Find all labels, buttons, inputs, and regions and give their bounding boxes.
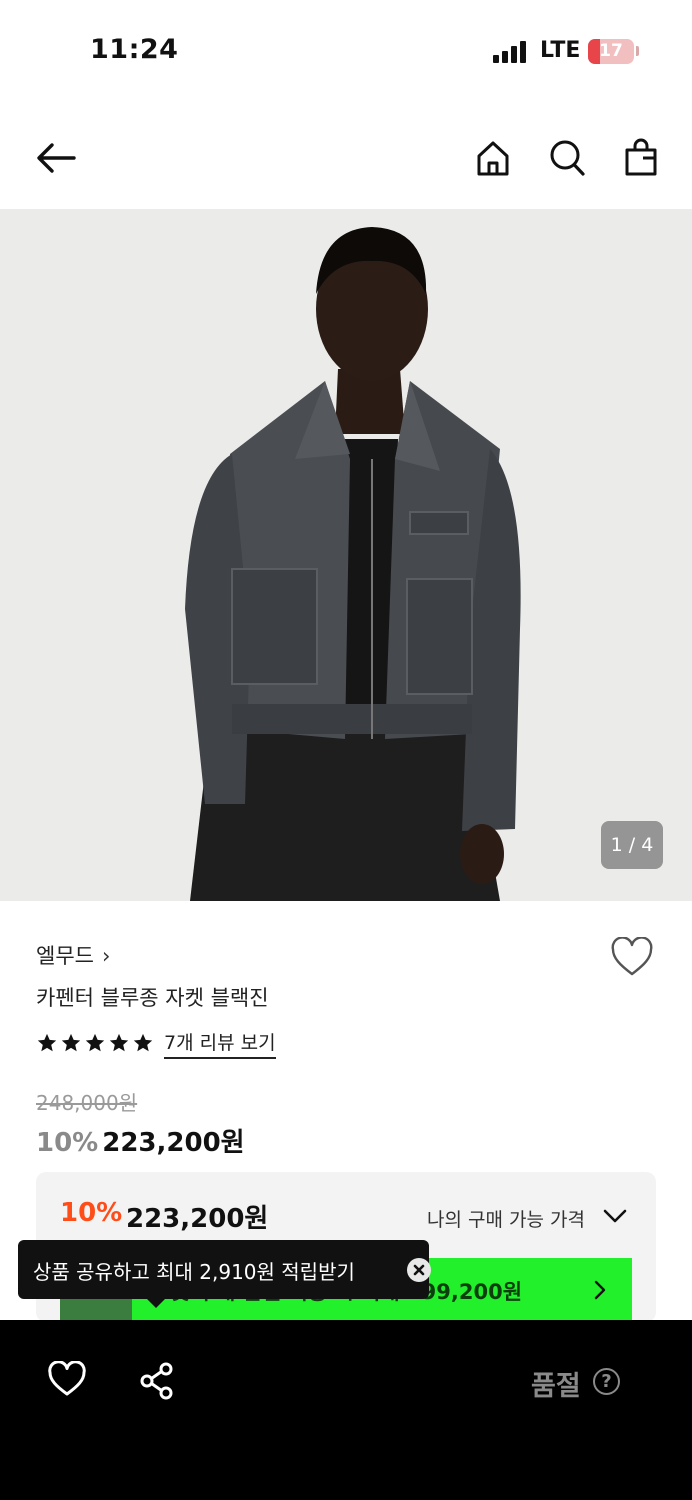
star-icon [133, 1033, 153, 1052]
network-label: LTE [540, 38, 581, 63]
star-icon [109, 1033, 129, 1052]
gallery-counter: 1 / 4 [601, 821, 663, 869]
my-price-label: 나의 구매 가능 가격 [427, 1209, 585, 1231]
product-name: 카펜터 블루종 자켓 블랙진 [36, 986, 269, 1010]
brand-link[interactable]: 엘무드 › [36, 940, 110, 970]
rating-stars [36, 1032, 154, 1054]
status-bar: 11:24 LTE 17 [0, 0, 692, 100]
star-icon [61, 1033, 81, 1052]
top-nav [0, 118, 692, 198]
heart-icon[interactable] [610, 936, 654, 977]
search-icon[interactable] [545, 136, 589, 180]
my-price: 223,200원 [126, 1204, 269, 1234]
heart-icon[interactable] [47, 1360, 87, 1397]
soldout-label: 품절 [531, 1371, 581, 1402]
chevron-right-icon [592, 1278, 608, 1302]
rating-row: 7개 리뷰 보기 [36, 1027, 276, 1059]
review-link[interactable]: 7개 리뷰 보기 [164, 1028, 276, 1059]
signal-icon [493, 41, 527, 63]
product-image[interactable]: 1 / 4 [0, 209, 692, 901]
status-time: 11:24 [90, 34, 179, 65]
chevron-down-icon[interactable] [602, 1206, 628, 1226]
close-icon[interactable] [407, 1258, 431, 1282]
product-photo [0, 209, 692, 901]
discount-rate: 10% [36, 1128, 99, 1158]
brand-name: 엘무드 [36, 944, 94, 968]
share-reward-tooltip: 상품 공유하고 최대 2,910원 적립받기 [18, 1240, 431, 1308]
tooltip-text: 상품 공유하고 최대 2,910원 적립받기 [33, 1260, 355, 1284]
battery-icon: 17 [588, 39, 634, 64]
bottom-action-bar: 품절 ? [0, 1320, 692, 1500]
original-price: 248,000원 [36, 1091, 138, 1115]
shopping-bag-icon[interactable] [619, 136, 663, 180]
arrow-left-icon[interactable] [34, 136, 78, 180]
home-icon[interactable] [471, 136, 515, 180]
my-discount-rate: 10% [60, 1198, 123, 1228]
sale-price-row: 10% 223,200원 [36, 1122, 245, 1159]
chevron-right-icon: › [101, 944, 111, 968]
share-icon[interactable] [139, 1362, 175, 1400]
star-icon [37, 1033, 57, 1052]
battery-level: 17 [599, 41, 623, 61]
sale-price: 223,200원 [102, 1128, 245, 1158]
star-icon [85, 1033, 105, 1052]
help-icon[interactable]: ? [593, 1368, 620, 1395]
